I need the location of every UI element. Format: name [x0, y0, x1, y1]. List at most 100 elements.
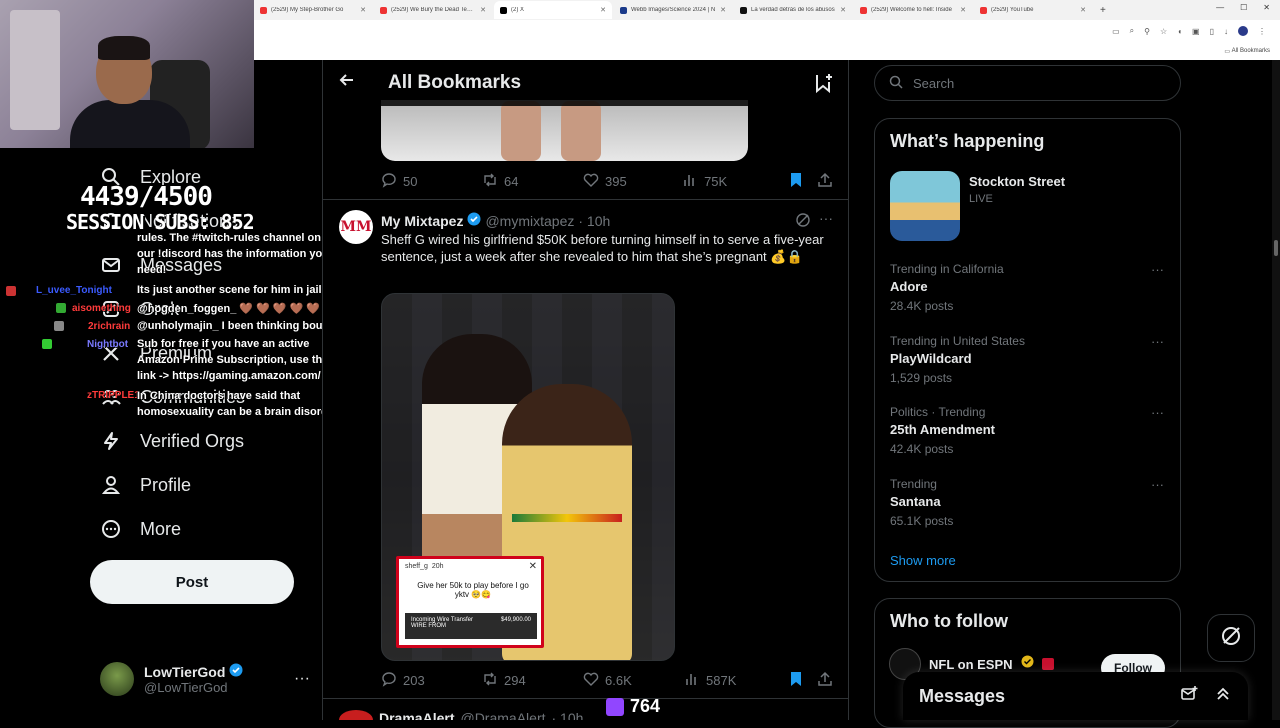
tweet-time[interactable]: · 10h [578, 213, 610, 229]
tab-strip: (2529) My Step-Brother Go ✕ (2529) We Bur… [254, 0, 1280, 20]
previous-tweet-media[interactable] [381, 100, 748, 161]
tweet-more-icon[interactable]: ··· [819, 210, 833, 226]
chat-badge-icon [6, 286, 16, 296]
trend-more-icon[interactable]: ··· [1151, 405, 1164, 420]
tweet-author-name[interactable]: My Mixtapez [381, 213, 463, 229]
event-thumbnail[interactable] [890, 171, 960, 241]
like-button[interactable]: 395 [583, 172, 682, 191]
extensions-icon[interactable]: ▣ [1192, 27, 1200, 36]
grok-explain-icon[interactable] [795, 212, 811, 233]
close-tab-icon[interactable]: ✕ [600, 6, 606, 14]
tweet-actions: 50 64 395 75K [381, 172, 833, 191]
like-button[interactable]: 6.6K [583, 671, 684, 690]
account-more-icon[interactable]: ··· [294, 670, 310, 688]
close-tab-icon[interactable]: ✕ [720, 6, 726, 14]
tweet-avatar[interactable] [339, 710, 373, 720]
trend-count: 1,529 posts [890, 371, 953, 385]
youtube-icon [380, 6, 387, 14]
tweet-time[interactable]: · 10h [552, 710, 584, 720]
grok-button[interactable] [1207, 614, 1255, 662]
close-tab-icon[interactable]: ✕ [840, 6, 846, 14]
bookmark-add-icon[interactable] [812, 72, 834, 94]
expand-icon[interactable] [1214, 685, 1232, 708]
browser-tab[interactable]: (2529) Welcome to hell: Inside ✕ [854, 1, 972, 19]
viewer-count: 764 [630, 696, 661, 716]
nav-profile[interactable]: Profile [100, 474, 191, 496]
account-handle: @LowTierGod [144, 680, 228, 695]
views-count: 587K [706, 673, 737, 688]
all-bookmarks-link[interactable]: All Bookmarks [1232, 48, 1270, 54]
maximize-icon[interactable]: ☐ [1240, 3, 1247, 12]
trend-name[interactable]: Santana [890, 494, 941, 509]
star-icon[interactable]: ☆ [1160, 27, 1167, 36]
nav-more[interactable]: More [100, 518, 181, 540]
new-message-icon[interactable] [1180, 685, 1198, 708]
minimize-icon[interactable]: — [1216, 3, 1224, 12]
sidebar-icon[interactable]: ▯ [1210, 27, 1214, 36]
close-tab-icon[interactable]: ✕ [360, 6, 366, 14]
retweet-icon [482, 172, 498, 191]
page-scrollbar[interactable] [1272, 60, 1280, 720]
menu-icon[interactable]: ⋮ [1258, 27, 1266, 36]
browser-tab[interactable]: Webb Images/Science 2024 | N ✕ [614, 1, 732, 19]
trend-more-icon[interactable]: ··· [1151, 334, 1164, 349]
browser-tab[interactable]: La verdad detrás de los abusos ✕ [734, 1, 852, 19]
close-tab-icon[interactable]: ✕ [480, 6, 486, 14]
back-arrow-icon[interactable] [339, 72, 355, 93]
browser-tab[interactable]: (2529) My Step-Brother Go ✕ [254, 1, 372, 19]
close-window-icon[interactable]: ✕ [1263, 3, 1270, 12]
show-more-link[interactable]: Show more [890, 553, 956, 568]
messages-drawer[interactable]: Messages [903, 672, 1248, 720]
tweet-photo[interactable]: sheff_g 20h ✕ Give her 50k to play before… [381, 293, 675, 661]
cast-icon[interactable]: ▭ [1112, 27, 1120, 36]
zoom-icon[interactable]: ⌕ [1130, 26, 1134, 36]
reply-button[interactable]: 50 [381, 172, 482, 191]
tweet-author-handle[interactable]: @mymixtapez [485, 213, 574, 229]
new-tab-button[interactable]: + [1100, 5, 1106, 16]
event-name[interactable]: Stockton Street [969, 174, 1065, 189]
bookmark-filled-icon[interactable] [789, 671, 803, 690]
close-tab-icon[interactable]: ✕ [1080, 6, 1086, 14]
nav-verified-orgs[interactable]: Verified Orgs [100, 430, 244, 452]
tweet-author-name[interactable]: DramaAlert [379, 710, 454, 720]
share-icon[interactable] [817, 671, 833, 690]
search-input[interactable]: Search [874, 65, 1181, 101]
toolbar: ▭ ⌕ ⚲ ☆ ◖ ▣ ▯ ↓ ⋮ [254, 20, 1280, 42]
scrollbar-thumb[interactable] [1274, 240, 1278, 256]
retweet-button[interactable]: 64 [482, 172, 583, 191]
avatar [100, 662, 134, 696]
account-switcher[interactable]: LowTierGod @LowTierGod ··· [100, 662, 310, 696]
audio-icon[interactable]: ◖ [1177, 27, 1182, 36]
trend-more-icon[interactable]: ··· [1151, 262, 1164, 277]
trend-name[interactable]: Adore [890, 279, 928, 294]
search-icon[interactable]: ⚲ [1144, 27, 1150, 36]
close-tab-icon[interactable]: ✕ [960, 6, 966, 14]
post-button[interactable]: Post [90, 560, 294, 604]
browser-tab[interactable]: (2529) YouTube ✕ [974, 1, 1092, 19]
bookmark-filled-icon[interactable] [789, 172, 803, 191]
trend-name[interactable]: PlayWildcard [890, 351, 972, 366]
reply-count: 50 [403, 174, 418, 189]
tweet-avatar[interactable]: MM [339, 210, 373, 244]
like-count: 6.6K [605, 673, 632, 688]
profile-icon[interactable] [1238, 26, 1248, 36]
suggestion-name: NFL on ESPN [929, 656, 1013, 672]
reply-button[interactable]: 203 [381, 671, 482, 690]
tab-title: Webb Images/Science 2024 | N [631, 7, 716, 13]
share-icon[interactable] [817, 172, 833, 191]
browser-tab-active[interactable]: (2) X ✕ [494, 1, 612, 19]
tweet-author-handle[interactable]: @DramaAlert [460, 710, 545, 720]
views-button[interactable]: 75K [682, 172, 789, 191]
trend-more-icon[interactable]: ··· [1151, 477, 1164, 492]
download-icon[interactable]: ↓ [1224, 27, 1228, 36]
trend-name[interactable]: 25th Amendment [890, 422, 995, 437]
youtube-icon [980, 6, 987, 14]
account-name-row: LowTierGod [144, 663, 243, 680]
chat-badge-icon [56, 303, 66, 313]
like-count: 395 [605, 174, 627, 189]
messages-drawer-title: Messages [919, 685, 1006, 706]
browser-tab[interactable]: (2529) We Bury the Dead Teaser ✕ [374, 1, 492, 19]
retweet-button[interactable]: 294 [482, 671, 583, 690]
views-button[interactable]: 587K [684, 671, 789, 690]
search-placeholder: Search [913, 75, 955, 91]
